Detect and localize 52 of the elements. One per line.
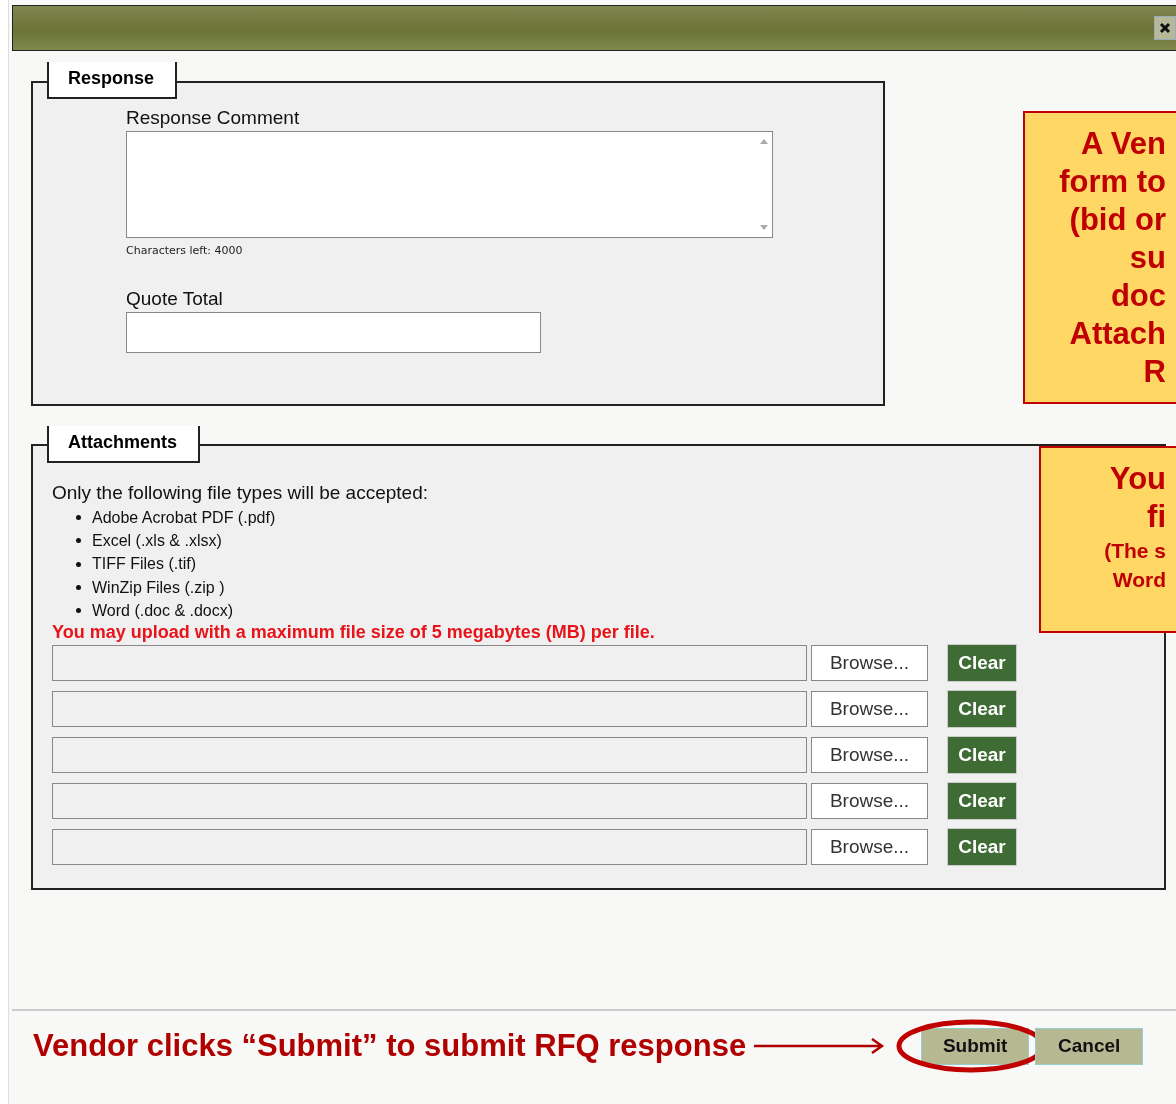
bullet-icon [76,585,81,591]
clear-button[interactable]: Clear [947,736,1017,775]
file-path-field[interactable] [52,829,807,866]
response-comment-field[interactable] [126,131,773,238]
field-label: Quote Total [126,288,224,311]
annotation-text: Vendor clicks “Submit” to submit RFQ response [33,1028,747,1064]
callout-text: Attach [1069,315,1166,353]
clear-button[interactable]: Clear [947,644,1017,683]
bullet-icon [76,608,81,614]
callout-text: You [1109,460,1166,498]
callout-text: Word [1112,567,1166,593]
clear-button[interactable]: Clear [947,828,1017,867]
file-type-item: Word (.doc & .docx) [92,601,234,620]
browse-button[interactable]: Browse... [811,829,928,866]
bullet-icon [76,561,81,567]
callout-text: (The s [1104,538,1166,564]
callout-text: su [1129,239,1166,277]
browse-button[interactable]: Browse... [811,783,928,820]
browse-button[interactable]: Browse... [811,645,928,682]
clear-button[interactable]: Clear [947,782,1017,821]
callout-text: A Ven [1081,125,1166,163]
file-path-field[interactable] [52,737,807,774]
close-icon [1159,22,1171,34]
dialog-button[interactable]: Cancel [1035,1027,1144,1065]
callout-text: (bid or [1069,201,1166,239]
callout-text: R [1143,353,1166,391]
callout-text: doc [1110,277,1166,315]
callout-text: fi [1147,498,1166,536]
file-types-intro: Only the following file types will be accepted: [52,482,429,504]
bullet-icon [76,515,81,521]
scroll-down-icon [759,225,768,231]
dialog-button[interactable]: Submit [921,1027,1030,1065]
file-size-warning: You may upload with a maximum file size of 5 megabytes (MB) per file. [52,622,656,644]
attachments-legend: Attachments [47,426,200,463]
quote-total-field[interactable] [126,312,541,353]
browse-button[interactable]: Browse... [811,691,928,728]
file-type-item: Adobe Acrobat PDF (.pdf) [92,508,276,527]
browse-button[interactable]: Browse... [811,737,928,774]
response-legend: Response [47,62,177,99]
close-button[interactable] [1154,16,1176,40]
field-label: Response Comment [126,107,301,130]
file-path-field[interactable] [52,783,807,820]
callout-text: form to [1059,163,1166,201]
characters-left-text: Characters left: 4000 [126,244,244,257]
file-type-item: TIFF Files (.tif) [92,555,196,574]
bullet-icon [76,538,81,544]
file-path-field[interactable] [52,691,807,728]
file-type-item: Excel (.xls & .xlsx) [92,531,222,550]
scroll-up-icon [759,138,768,144]
clear-button[interactable]: Clear [947,690,1017,729]
file-path-field[interactable] [52,645,807,682]
file-type-item: WinZip Files (.zip ) [92,578,225,597]
